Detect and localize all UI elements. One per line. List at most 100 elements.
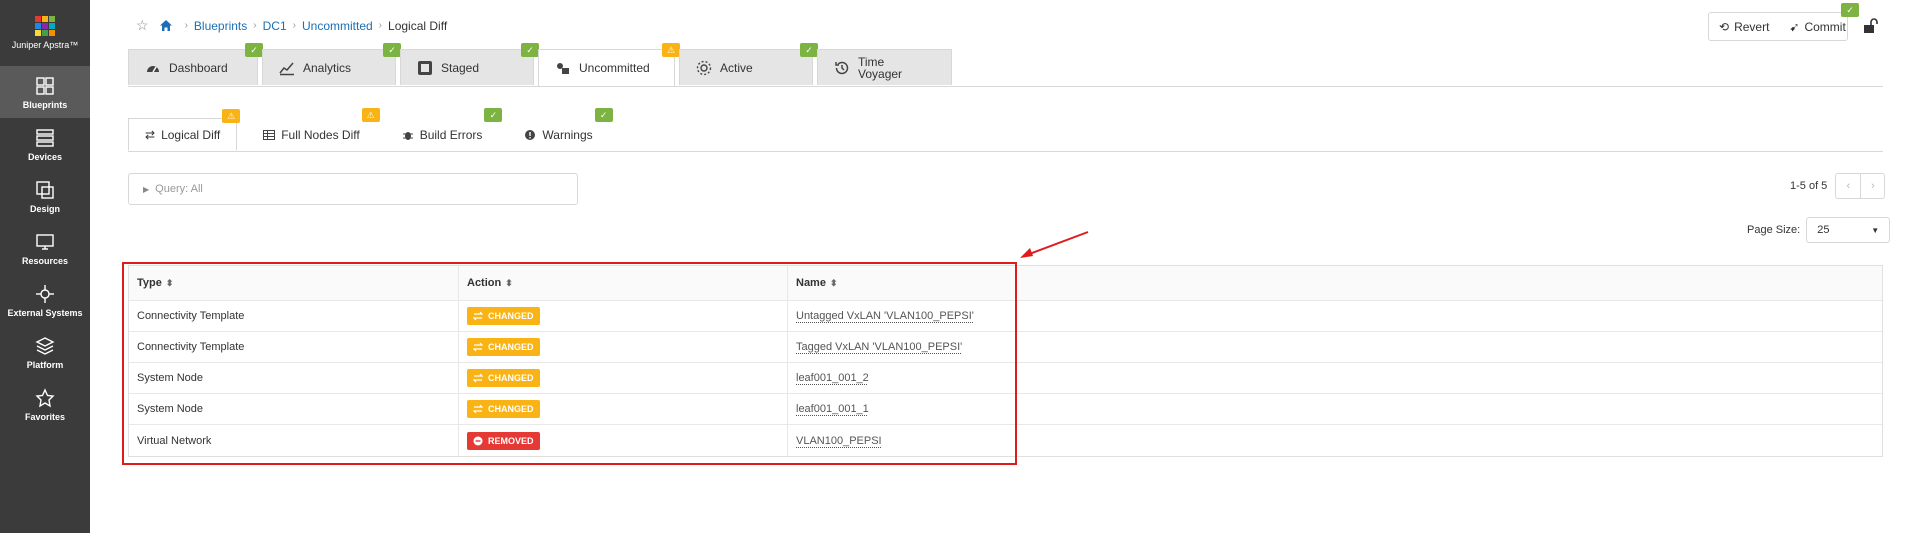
rocket-icon: ➹ bbox=[1789, 19, 1800, 34]
app-logo[interactable]: Juniper Apstra™ bbox=[0, 0, 90, 66]
caret-down-icon: ▼ bbox=[1871, 225, 1880, 235]
page-size-value: 25 bbox=[1817, 224, 1830, 236]
sidebar-item-label: External Systems bbox=[7, 307, 83, 318]
breadcrumb-blueprints[interactable]: Blueprints bbox=[194, 19, 247, 33]
breadcrumb-separator: › bbox=[184, 20, 188, 31]
tab-label: Staged bbox=[441, 60, 480, 75]
page-size-control: Page Size: 25 ▼ bbox=[1747, 217, 1891, 243]
sidebar-item-devices[interactable]: Devices bbox=[0, 118, 90, 170]
subtab-label: Full Nodes Diff bbox=[281, 127, 360, 142]
tab-label: Time Voyager bbox=[858, 56, 902, 80]
breadcrumb: ☆ › Blueprints › DC1 › Uncommitted › Log… bbox=[136, 17, 447, 34]
resources-icon bbox=[36, 233, 54, 250]
revert-button[interactable]: ⟲ Revert bbox=[1709, 20, 1779, 34]
page-size-select[interactable]: 25 ▼ bbox=[1806, 217, 1891, 243]
tab-active[interactable]: Active ✓ bbox=[679, 43, 818, 85]
platform-icon bbox=[35, 336, 55, 355]
main-tabs: Dashboard ✓ Analytics ✓ Staged ✓ Uncommi… bbox=[128, 43, 956, 86]
breadcrumb-uncommitted[interactable]: Uncommitted bbox=[302, 19, 373, 33]
table-icon bbox=[263, 129, 276, 140]
sidebar-item-favorites[interactable]: Favorites bbox=[0, 378, 90, 430]
annotation-highlight-box bbox=[122, 262, 1017, 465]
tab-status-badge: ✓ bbox=[383, 43, 401, 57]
breadcrumb-separator: › bbox=[378, 20, 383, 31]
app-name: Juniper Apstra™ bbox=[11, 40, 79, 50]
pagination: 1-5 of 5 ‹ › bbox=[1790, 173, 1886, 199]
sidebar-item-label: Resources bbox=[21, 255, 69, 266]
sidebar-item-label: Design bbox=[29, 203, 60, 214]
tab-status-badge: ✓ bbox=[521, 43, 539, 57]
home-icon[interactable] bbox=[159, 19, 173, 32]
next-page-button[interactable]: › bbox=[1860, 174, 1884, 198]
breadcrumb-separator: › bbox=[253, 20, 257, 31]
swap-icon: ⇄ bbox=[145, 127, 156, 142]
subtab-status-badge: ✓ bbox=[594, 108, 613, 122]
annotation-arrow-icon bbox=[1020, 231, 1089, 258]
subtab-status-badge: ✓ bbox=[484, 108, 503, 122]
tab-analytics[interactable]: Analytics ✓ bbox=[262, 43, 401, 85]
active-icon bbox=[696, 60, 712, 75]
devices-icon bbox=[36, 128, 54, 147]
commit-toolbar: ⟲ Revert ➹ Commit ✓ bbox=[1708, 3, 1859, 41]
tab-label: Uncommitted bbox=[579, 61, 650, 75]
tab-staged[interactable]: Staged ✓ bbox=[400, 43, 539, 85]
commit-status-badge: ✓ bbox=[1841, 3, 1859, 17]
tab-label: Analytics bbox=[303, 60, 352, 75]
favorite-star-icon[interactable]: ☆ bbox=[136, 17, 149, 34]
tab-dashboard[interactable]: Dashboard ✓ bbox=[128, 43, 263, 85]
sidebar-item-design[interactable]: Design bbox=[0, 170, 90, 222]
sidebar-item-blueprints[interactable]: Blueprints bbox=[0, 66, 90, 118]
subtab-full-nodes-diff[interactable]: Full Nodes Diff ⚠ bbox=[247, 108, 380, 151]
design-icon bbox=[36, 180, 54, 199]
sidebar-item-resources[interactable]: Resources bbox=[0, 222, 90, 274]
tab-status-badge: ✓ bbox=[800, 43, 818, 57]
revert-label: Revert bbox=[1734, 19, 1770, 34]
blueprints-icon bbox=[36, 76, 54, 95]
tab-label: Active bbox=[720, 60, 753, 75]
uncommitted-icon bbox=[557, 63, 569, 74]
subtab-label: Build Errors bbox=[419, 127, 483, 142]
history-icon bbox=[835, 61, 849, 74]
breadcrumb-dc1[interactable]: DC1 bbox=[263, 19, 287, 33]
info-icon bbox=[525, 129, 536, 140]
query-label: Query: All bbox=[155, 183, 203, 195]
subtab-logical-diff[interactable]: ⇄ Logical Diff ⚠ bbox=[128, 109, 241, 151]
sidebar-item-label: Devices bbox=[27, 151, 63, 162]
prev-page-button[interactable]: ‹ bbox=[1836, 174, 1860, 198]
tab-warning-badge: ⚠ bbox=[662, 43, 680, 57]
subtab-label: Logical Diff bbox=[161, 127, 221, 142]
dashboard-icon bbox=[147, 65, 159, 72]
revert-icon: ⟲ bbox=[1719, 19, 1730, 34]
tab-label: Dashboard bbox=[169, 60, 228, 75]
sidebar: Juniper Apstra™ Blueprints Devices Desig… bbox=[0, 0, 90, 533]
commit-label: Commit bbox=[1804, 19, 1846, 34]
tab-status-badge: ✓ bbox=[245, 43, 263, 57]
sidebar-item-platform[interactable]: Platform bbox=[0, 326, 90, 378]
breadcrumb-current: Logical Diff bbox=[388, 18, 448, 33]
caret-right-icon: ▶ bbox=[143, 184, 150, 194]
query-filter[interactable]: ▶ Query: All bbox=[128, 173, 578, 205]
tabs-divider bbox=[128, 86, 1883, 87]
subtabs-divider bbox=[128, 151, 1883, 152]
breadcrumb-separator: › bbox=[292, 20, 296, 31]
tab-uncommitted[interactable]: Uncommitted ⚠ bbox=[538, 43, 680, 86]
tab-time-voyager[interactable]: Time Voyager bbox=[817, 49, 952, 85]
sidebar-item-label: Favorites bbox=[24, 411, 66, 422]
unlock-icon[interactable] bbox=[1862, 18, 1878, 39]
tab-label-line2: Voyager bbox=[858, 66, 903, 81]
pagination-buttons: ‹ › bbox=[1835, 173, 1886, 199]
subtab-label: Warnings bbox=[542, 127, 593, 142]
subtab-warnings[interactable]: Warnings ✓ bbox=[508, 108, 613, 151]
subtab-build-errors[interactable]: Build Errors ✓ bbox=[386, 108, 503, 151]
apstra-logo-icon bbox=[35, 16, 55, 36]
analytics-icon bbox=[279, 62, 294, 75]
sidebar-item-label: Platform bbox=[26, 359, 64, 370]
page-size-label: Page Size: bbox=[1747, 224, 1801, 236]
subtab-warning-badge: ⚠ bbox=[222, 109, 241, 123]
sidebar-item-external-systems[interactable]: External Systems bbox=[0, 274, 90, 326]
commit-button[interactable]: ➹ Commit bbox=[1779, 20, 1855, 34]
external-systems-icon bbox=[36, 284, 54, 303]
pagination-range: 1-5 of 5 bbox=[1790, 180, 1828, 192]
star-icon bbox=[35, 387, 55, 407]
sidebar-item-label: Blueprints bbox=[22, 99, 68, 110]
